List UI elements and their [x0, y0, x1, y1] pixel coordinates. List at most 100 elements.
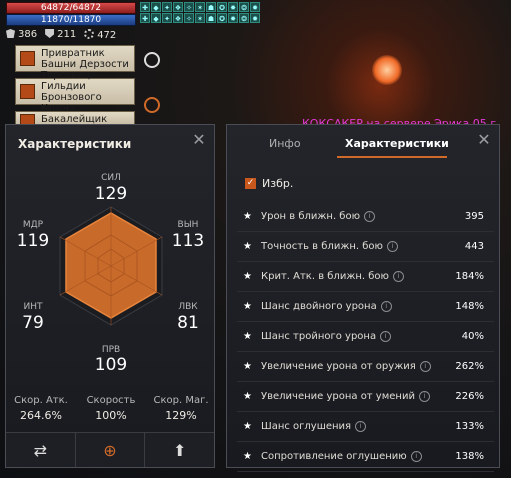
- buff-icon[interactable]: ☗: [206, 13, 216, 23]
- stat-row-value: 133%: [455, 421, 484, 432]
- cast-speed: Скор. Маг. 129%: [153, 395, 209, 422]
- zoom-in-icon[interactable]: ⊕: [74, 433, 146, 467]
- move-speed: Скорость 100%: [86, 395, 136, 422]
- stat-row: ★ Увеличение урона от умений i 226%: [237, 382, 494, 412]
- favorites-toggle[interactable]: ✓ Избр.: [245, 177, 293, 190]
- info-icon[interactable]: i: [355, 421, 367, 432]
- currency-bar: 386 211 472: [6, 29, 116, 41]
- buff-icon[interactable]: ✦: [162, 13, 172, 23]
- quest-marker-icon[interactable]: [144, 97, 160, 113]
- npc-button-gatekeeper[interactable]: Привратник Башни Дерзости: [15, 45, 135, 72]
- fire-effect: [372, 55, 402, 85]
- currency-item: 472: [84, 29, 116, 41]
- hp-bar: 64872/64872: [6, 2, 136, 14]
- stat-dex-label: ЛВК: [178, 302, 198, 312]
- info-icon[interactable]: i: [380, 301, 392, 312]
- buff-icon[interactable]: ✶: [195, 13, 205, 23]
- buff-icon[interactable]: ✸: [228, 13, 238, 23]
- stat-row-value: 138%: [455, 451, 484, 462]
- buff-icon[interactable]: ✹: [250, 2, 260, 12]
- stat-wis-label: МДР: [22, 220, 44, 230]
- star-icon[interactable]: ★: [243, 211, 255, 222]
- stat-row-value: 226%: [455, 391, 484, 402]
- buff-icon[interactable]: ◆: [151, 13, 161, 23]
- tab-bar: Инфо Характеристики: [227, 125, 499, 161]
- stat-row-value: 184%: [455, 271, 484, 282]
- speed-stats: Скор. Атк. 264.6% Скорость 100% Скор. Маг.…: [6, 395, 216, 422]
- stat-end-value: 113: [171, 231, 205, 251]
- buff-icon[interactable]: ❖: [173, 2, 183, 12]
- star-icon[interactable]: ★: [243, 421, 255, 432]
- star-icon[interactable]: ★: [243, 391, 255, 402]
- buff-icon[interactable]: ✚: [140, 2, 150, 12]
- buff-icon[interactable]: ✪: [217, 2, 227, 12]
- buff-bar: ✚ ◆ ✦ ❖ ✧ ✶ ☗ ✪ ✸ ❂ ✹ ✚ ◆ ✦ ❖ ✧ ✶ ☗ ✪ ✸ ❂ ✹: [140, 2, 260, 23]
- tab-info[interactable]: Инфо: [269, 137, 301, 150]
- buff-icon[interactable]: ✚: [140, 13, 150, 23]
- stat-row: ★ Сопротивление оглушению i 138%: [237, 442, 494, 472]
- info-icon[interactable]: i: [418, 391, 430, 402]
- star-icon[interactable]: ★: [243, 241, 255, 252]
- currency-item: 386: [6, 29, 37, 41]
- npc-button-grocer[interactable]: Бакалейщик: [15, 111, 135, 125]
- info-icon[interactable]: i: [419, 361, 431, 372]
- active-tab-indicator: [337, 156, 447, 158]
- close-icon[interactable]: ✕: [477, 132, 491, 148]
- stat-per-label: ПРВ: [101, 345, 121, 355]
- gear-currency-icon: [84, 29, 95, 39]
- stat-int-value: 79: [22, 313, 44, 333]
- shield-currency-icon: [6, 29, 15, 38]
- npc-button-guild-merchant[interactable]: Торговец Гильдии Бронзового Ключа: [15, 70, 135, 114]
- stat-row-value: 395: [464, 211, 484, 222]
- star-icon[interactable]: ★: [243, 451, 255, 462]
- buff-icon[interactable]: ☗: [206, 2, 216, 12]
- stat-int-label: ИНТ: [23, 302, 43, 312]
- buff-icon[interactable]: ✧: [184, 2, 194, 12]
- info-icon[interactable]: i: [386, 241, 398, 252]
- buff-icon[interactable]: ✧: [184, 13, 194, 23]
- buff-icon[interactable]: ❂: [239, 2, 249, 12]
- swap-arrows-icon[interactable]: ⇄: [6, 433, 75, 467]
- stat-row-name: Точность в ближн. бою i: [261, 241, 434, 252]
- buff-icon[interactable]: ✪: [217, 13, 227, 23]
- buff-icon[interactable]: ❖: [173, 13, 183, 23]
- stat-row-name: Шанс оглушения i: [261, 421, 434, 432]
- star-icon[interactable]: ★: [243, 361, 255, 372]
- arrow-up-icon[interactable]: ⬆: [145, 433, 214, 467]
- star-icon[interactable]: ★: [243, 331, 255, 342]
- stat-row-value: 443: [464, 241, 484, 252]
- stat-row-name: Шанс тройного урона i: [261, 331, 434, 342]
- buff-icon[interactable]: ◆: [151, 2, 161, 12]
- stat-row: ★ Урон в ближн. бою i 395: [237, 202, 494, 232]
- stat-row-name: Увеличение урона от оружия i: [261, 361, 434, 372]
- buff-icon[interactable]: ✶: [195, 2, 205, 12]
- star-icon[interactable]: ★: [243, 271, 255, 282]
- tab-characteristics[interactable]: Характеристики: [345, 137, 449, 150]
- stat-row: ★ Шанс тройного урона i 40%: [237, 322, 494, 352]
- stat-row: ★ Крит. Атк. в ближн. бою i 184%: [237, 262, 494, 292]
- info-icon[interactable]: i: [392, 271, 404, 282]
- buff-icon[interactable]: ✹: [250, 13, 260, 23]
- mp-bar: 11870/11870: [6, 14, 136, 26]
- stat-row-name: Сопротивление оглушению i: [261, 451, 434, 462]
- stat-dex-value: 81: [177, 313, 199, 333]
- info-icon[interactable]: i: [380, 331, 392, 342]
- star-icon[interactable]: ★: [243, 301, 255, 312]
- npc-portrait-icon: [20, 84, 35, 99]
- stat-row-name: Урон в ближн. бою i: [261, 211, 434, 222]
- location-pin-icon[interactable]: [144, 52, 160, 68]
- info-icon[interactable]: i: [364, 211, 376, 222]
- npc-portrait-icon: [20, 51, 35, 66]
- buff-icon[interactable]: ❂: [239, 13, 249, 23]
- stat-str-value: 129: [94, 184, 128, 204]
- stat-row: ★ Увеличение урона от оружия i 262%: [237, 352, 494, 382]
- stat-row-value: 148%: [455, 301, 484, 312]
- stat-row: ★ Шанс оглушения i 133%: [237, 412, 494, 442]
- stats-list: ★ Урон в ближн. бою i 395 ★ Точность в ближн.…: [237, 202, 494, 472]
- info-icon[interactable]: i: [410, 451, 422, 462]
- buff-icon[interactable]: ✦: [162, 2, 172, 12]
- characteristics-panel: Характеристики ✕ СИЛ 129 ВЫН 113 ЛВК 81 …: [5, 124, 215, 468]
- buff-icon[interactable]: ✸: [228, 2, 238, 12]
- stat-row-name: Крит. Атк. в ближн. бою i: [261, 271, 434, 282]
- checkbox-checked-icon[interactable]: ✓: [245, 178, 256, 189]
